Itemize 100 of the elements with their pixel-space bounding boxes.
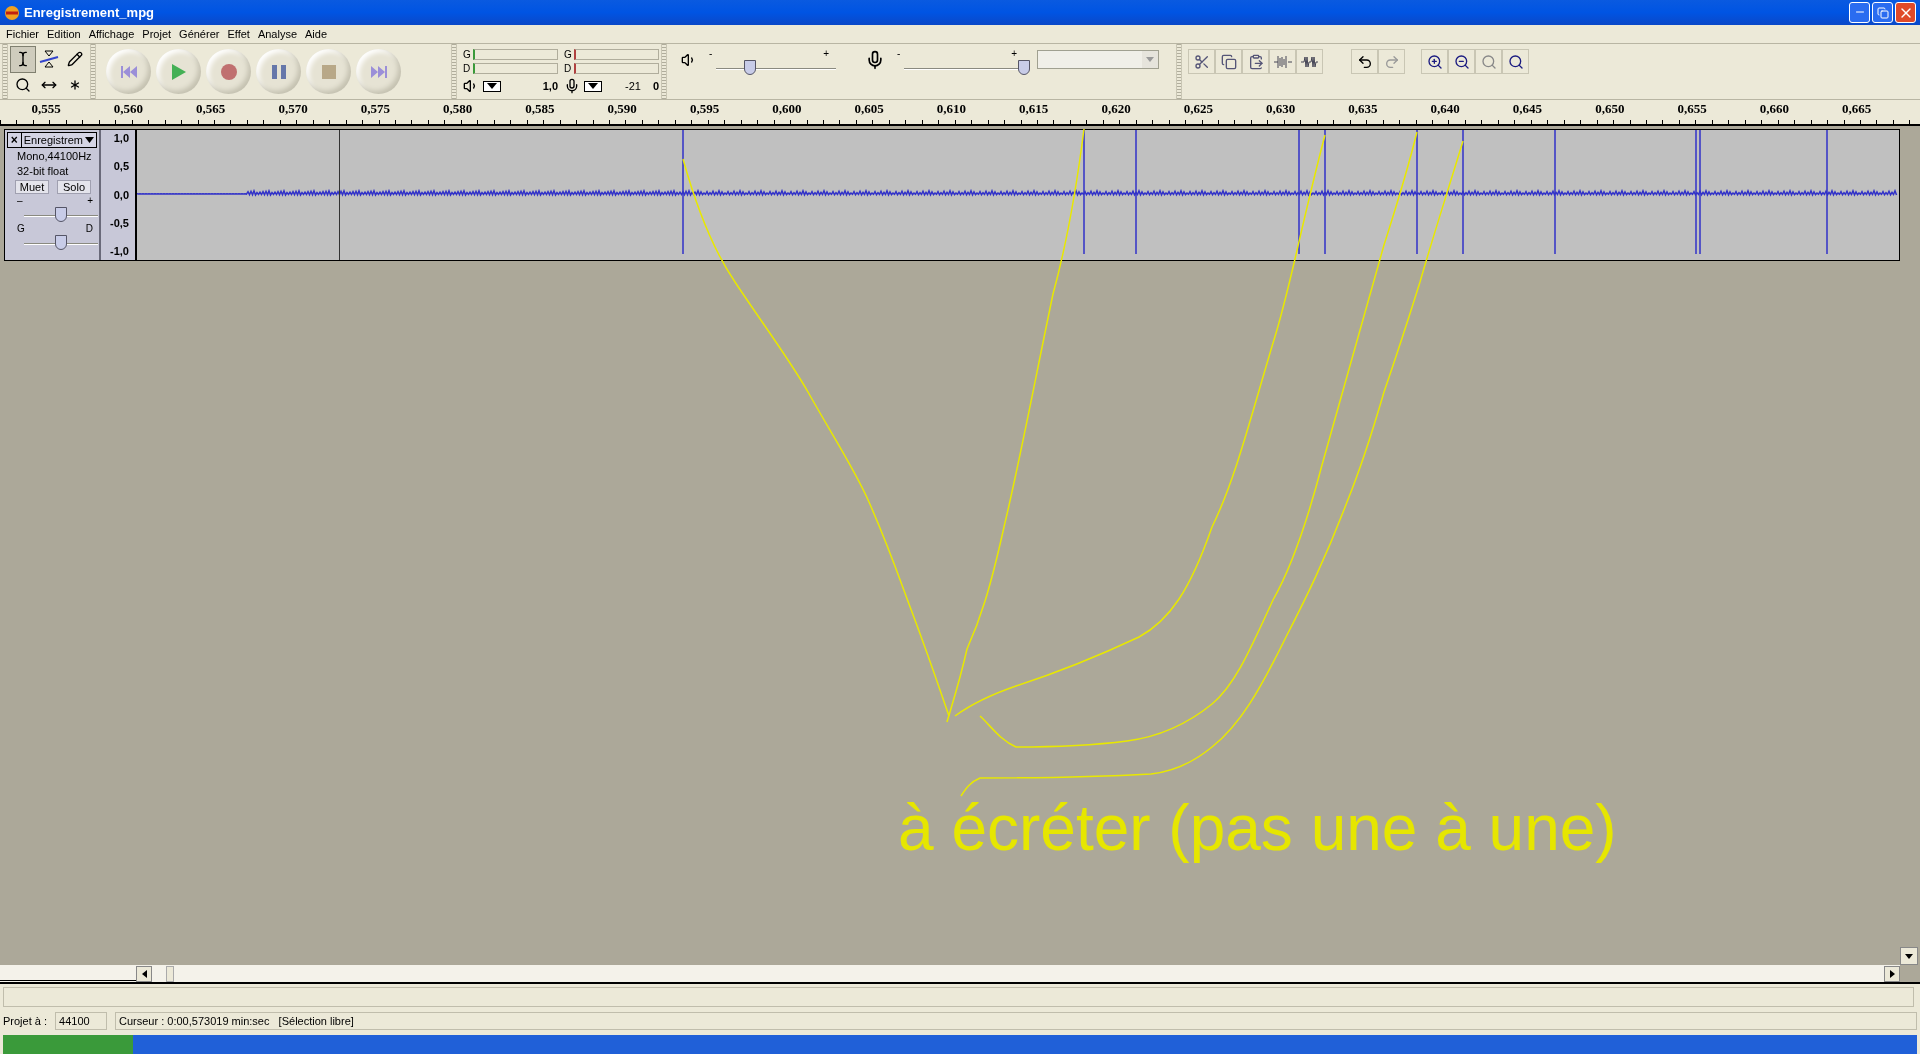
menu-item[interactable]: Fichier [2,25,43,43]
ruler-tick-label: 0,665 [1841,100,1873,118]
redo-icon [1383,53,1400,70]
transport-button[interactable] [256,49,301,94]
track-toggle-button[interactable]: Solo [57,180,91,194]
scroll-right-button[interactable] [1884,965,1900,982]
transport-button[interactable] [356,49,401,94]
magnifier-icon [1480,53,1497,70]
input-source-dropdown[interactable] [1037,50,1159,69]
slider-thumb[interactable] [55,207,67,222]
zoom-in-button[interactable] [1421,49,1448,74]
start-button-strip[interactable] [3,1035,133,1054]
trim-button[interactable] [1188,49,1215,74]
track-name-menu[interactable]: Enregistrem [21,133,96,147]
pan-left-label: G [17,225,25,233]
slider-thumb[interactable] [743,60,756,75]
copy-icon [1220,53,1237,70]
slider-max-label: + [87,197,93,205]
ruler-tick-label: 0,560 [112,100,145,118]
slider-min-label: - [897,50,901,58]
ruler-tick-label: 0,555 [30,100,62,118]
copy-button[interactable] [1215,49,1242,74]
menu-item[interactable]: Générer [175,25,224,43]
track-info-text: Mono,44100Hz [16,149,93,163]
window-title: Enregistrement_mpg [24,3,155,22]
minimize-button[interactable] [1849,2,1870,23]
transport-button[interactable] [156,49,201,94]
project-rate-label: Projet à : [3,1013,48,1029]
slider-min-label: - [709,50,713,58]
scale-label: 1,0 [113,132,129,145]
menu-item[interactable]: Analyse [253,25,301,43]
ruler-tick-label: 0,640 [1429,100,1461,118]
undo-icon [1356,53,1373,70]
skip-start-icon [120,64,137,79]
tool-button[interactable] [10,45,36,73]
silence-waveform-icon [1300,55,1319,68]
meter-channel-label: D [463,61,472,76]
meter-reading: 1,0 [542,79,558,94]
ruler-tick-label: 0,620 [1100,100,1132,118]
scale-label: -1,0 [110,245,129,258]
pencil-icon [67,51,83,67]
scroll-down-button[interactable] [1900,947,1918,965]
transport-button[interactable] [106,49,151,94]
paste-button[interactable] [1242,49,1269,74]
meter-channel-label: D [564,61,573,76]
meter-reading: -21 [624,79,641,94]
stop-icon [321,64,336,79]
microphone-icon[interactable] [564,78,580,95]
clipboard-icon [1247,53,1264,70]
ruler-tick-label: 0,570 [277,100,309,118]
slider-thumb[interactable] [55,235,67,250]
skip-end-icon [370,64,387,79]
zoom-in-icon [1426,53,1443,70]
ruler-tick-label: 0,630 [1264,100,1297,118]
ruler-tick-label: 0,655 [1676,100,1708,118]
undo-button[interactable] [1351,49,1378,74]
ruler-tick-label: 0,590 [606,100,638,118]
transport-button[interactable] [206,49,251,94]
slider-thumb[interactable] [1018,60,1030,75]
ruler-tick-label: 0,625 [1182,100,1214,118]
microphone-icon [865,50,885,70]
fit-project-button[interactable] [1502,49,1529,74]
scroll-left-button[interactable] [136,965,152,982]
ruler-tick-label: 0,650 [1594,100,1626,118]
magnifier-icon [1507,53,1524,70]
restore-button[interactable] [1872,2,1893,23]
track-close-button[interactable]: × [8,133,22,147]
record-icon [220,63,237,80]
ruler-tick-label: 0,615 [1018,100,1050,118]
meter-channel-label: G [463,47,472,62]
menu-item[interactable]: Edition [43,25,85,43]
menu-item[interactable]: Projet [138,25,176,43]
ruler-tick-label: 0,610 [935,100,968,118]
ruler-tick-label: 0,645 [1511,100,1544,118]
ruler-tick-label: 0,600 [771,100,803,118]
trim-waveform-icon [1273,55,1292,68]
cursor-status: Curseur : 0:00,573019 min:sec [Sélection libre] [115,1012,1917,1030]
menu-item[interactable]: Aide [301,25,332,43]
annotation-text: à écréter (pas une à une) [898,792,1617,864]
track-info-text: 32-bit float [16,164,70,178]
ruler-tick-label: 0,580 [442,100,474,118]
magnifier-icon [15,77,31,93]
scroll-thumb[interactable] [166,965,174,982]
project-rate-field[interactable]: 44100 [55,1012,108,1030]
menu-item[interactable]: Affichage [84,25,139,43]
menu-item[interactable]: Effet [223,25,254,43]
ruler-tick-label: 0,660 [1758,100,1790,118]
ruler-tick-label: 0,585 [524,100,556,118]
meter-channel-label: G [564,47,573,62]
app-logo-icon [4,4,20,21]
pan-right-label: D [85,225,93,233]
scale-label: 0,5 [113,160,129,174]
track-toggle-button[interactable]: Muet [15,180,49,194]
close-button[interactable] [1895,2,1916,23]
zoom-out-button[interactable] [1448,49,1475,74]
meter-reading: 0 [652,79,659,94]
silence-button[interactable] [1296,49,1323,74]
ruler-tick-label: 0,605 [853,100,885,118]
pause-icon [271,64,286,79]
slider-max-label: + [823,50,829,58]
